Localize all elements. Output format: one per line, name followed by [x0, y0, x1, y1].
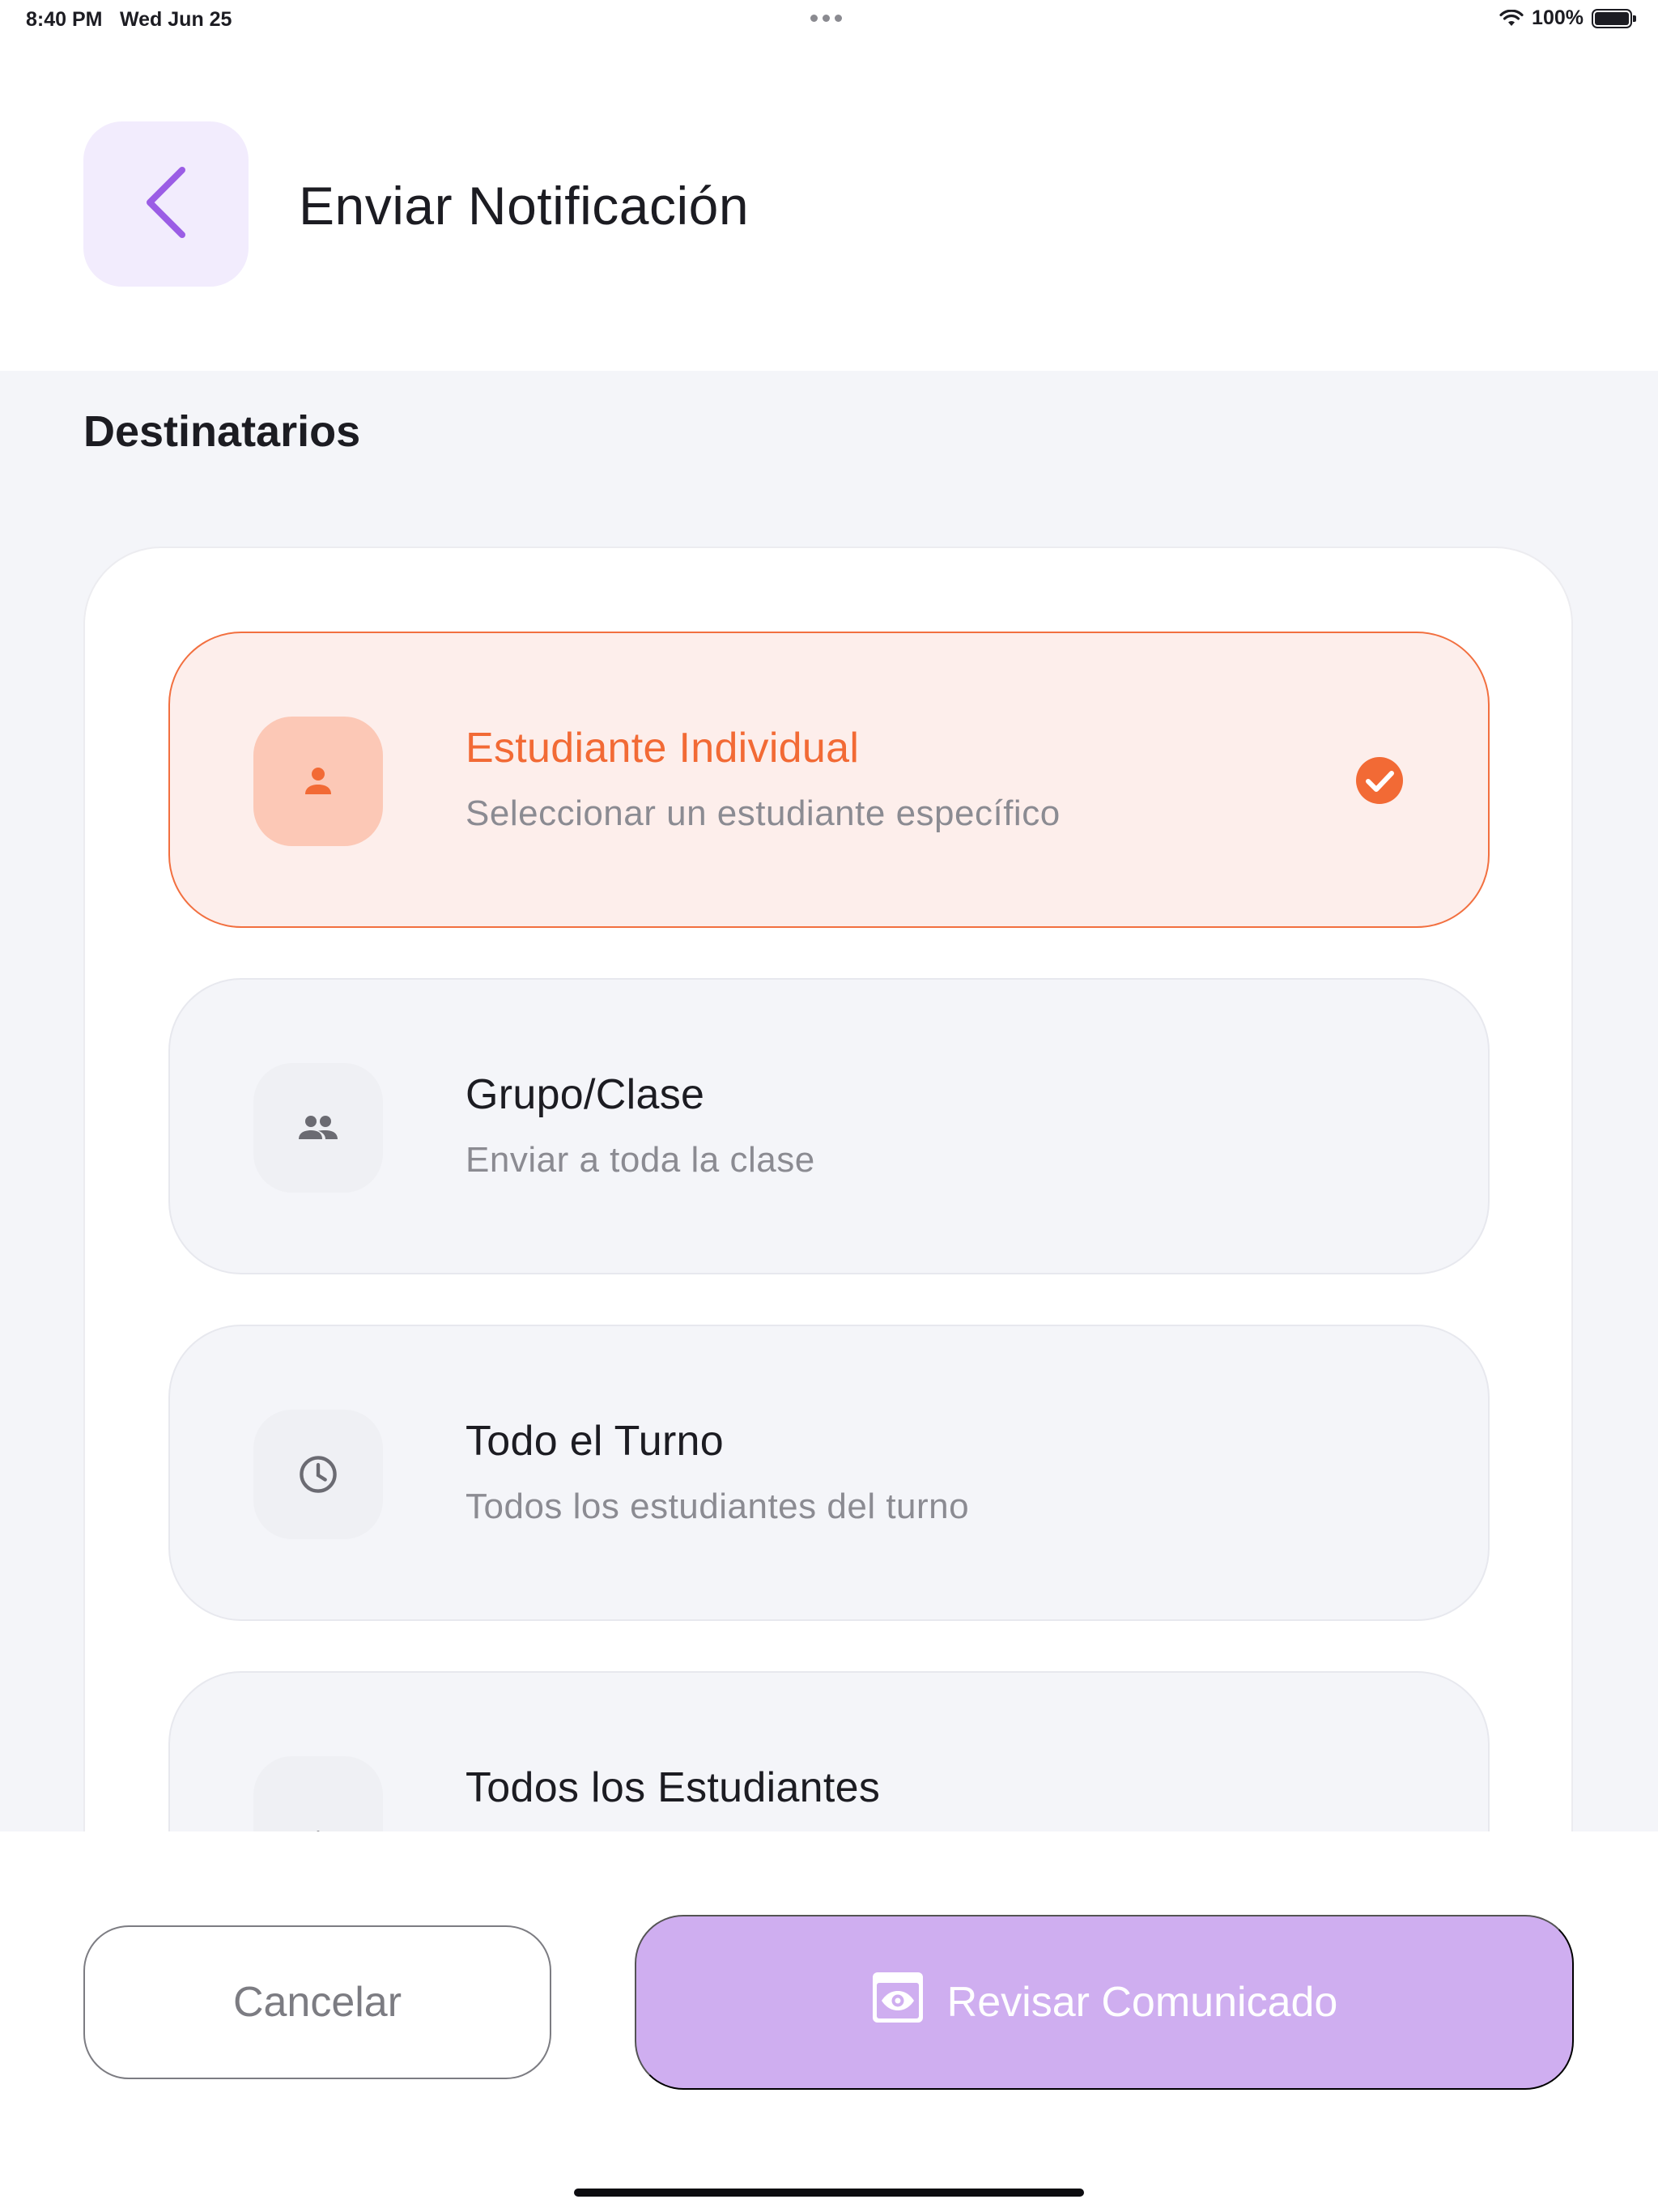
page-title: Enviar Notificación: [299, 176, 750, 236]
option-group-class[interactable]: Grupo/Clase Enviar a toda la clase: [168, 978, 1490, 1274]
clock-icon: [253, 1410, 383, 1539]
option-whole-shift[interactable]: Todo el Turno Todos los estudiantes del …: [168, 1325, 1490, 1621]
back-button[interactable]: [83, 121, 249, 287]
review-button-label: Revisar Comunicado: [946, 1979, 1338, 2026]
section-title: Destinatarios: [83, 407, 361, 456]
option-subtitle: Seleccionar un estudiante específico: [466, 793, 1061, 833]
status-bar: 8:40 PM Wed Jun 25 100%: [0, 0, 1658, 39]
option-title: Grupo/Clase: [466, 1071, 705, 1118]
battery-percentage: 100%: [1532, 6, 1584, 29]
recipients-section[interactable]: Destinatarios Estudiante Individual Sele…: [0, 371, 1658, 1831]
battery-icon: [1592, 8, 1636, 28]
wifi-icon: [1499, 9, 1524, 28]
group-icon: [253, 1063, 383, 1193]
status-time: 8:40 PM: [26, 8, 103, 31]
option-individual-student[interactable]: Estudiante Individual Seleccionar un est…: [168, 632, 1490, 928]
recipient-options-card: Estudiante Individual Seleccionar un est…: [83, 547, 1573, 1831]
person-icon: [253, 717, 383, 846]
check-circle-icon: [1355, 756, 1404, 809]
status-indicators: 100%: [1499, 6, 1636, 30]
option-title: Estudiante Individual: [466, 725, 860, 772]
option-subtitle: Enviar a toda la clase: [466, 1140, 815, 1180]
option-all-students[interactable]: Todos los Estudiantes: [168, 1671, 1490, 1831]
option-subtitle: Todos los estudiantes del turno: [466, 1487, 970, 1526]
option-title: Todo el Turno: [466, 1418, 724, 1465]
review-announcement-button[interactable]: Revisar Comunicado: [635, 1915, 1574, 2090]
chevron-left-icon: [138, 162, 194, 247]
option-title: Todos los Estudiantes: [466, 1764, 881, 1811]
cancel-button[interactable]: Cancelar: [83, 1925, 551, 2079]
status-date: Wed Jun 25: [120, 8, 232, 31]
multitasking-dots-icon[interactable]: [810, 15, 842, 22]
preview-eye-icon: [871, 1971, 925, 2035]
footer-actions: Cancelar Revisar Comunicado: [0, 1831, 1658, 2212]
graduation-cap-icon: [253, 1756, 383, 1831]
header: Enviar Notificación: [0, 39, 1658, 371]
home-indicator[interactable]: [574, 2189, 1084, 2197]
